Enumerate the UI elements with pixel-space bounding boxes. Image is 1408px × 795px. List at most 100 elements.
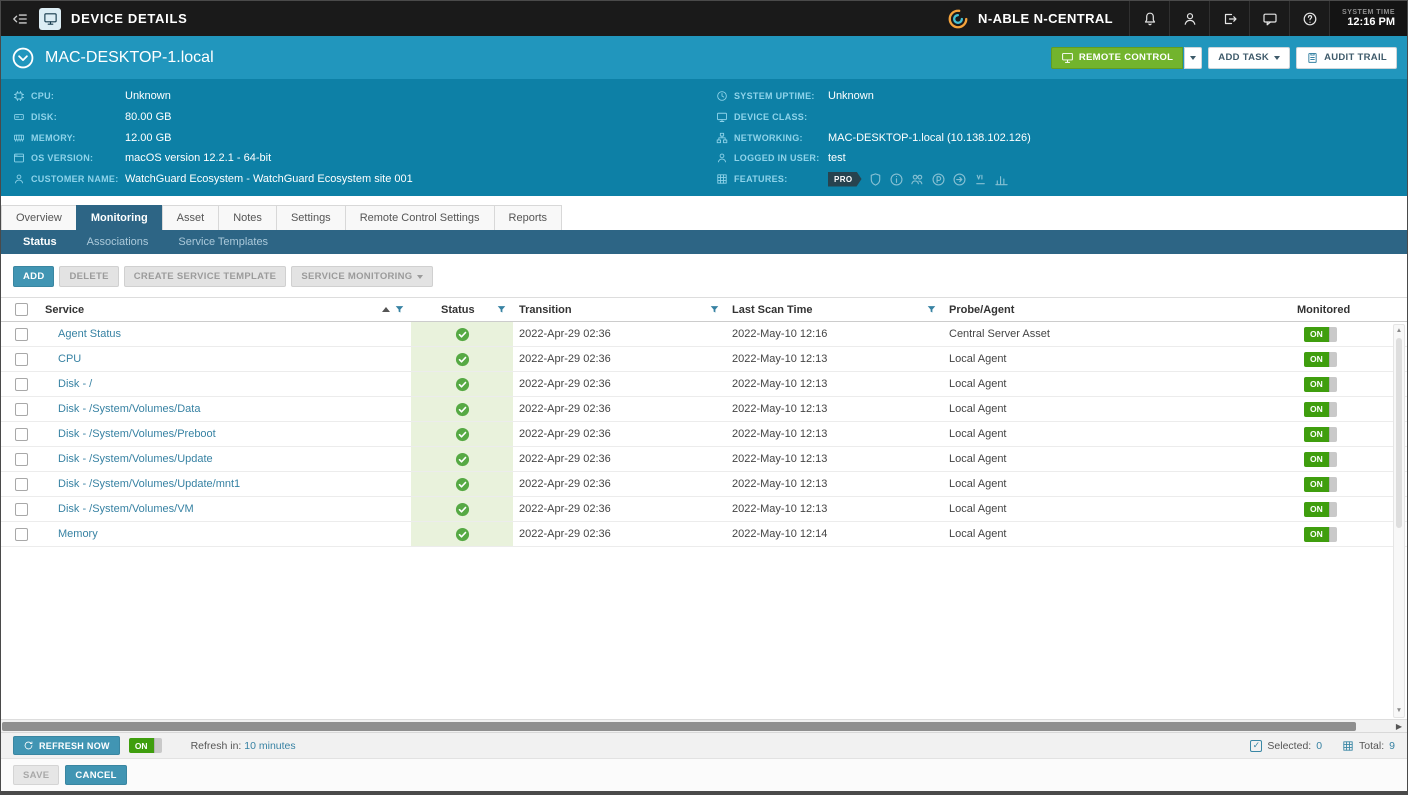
monitored-toggle[interactable]: ON <box>1304 452 1337 467</box>
monitored-toggle[interactable]: ON <box>1304 377 1337 392</box>
row-checkbox[interactable] <box>15 328 28 341</box>
column-service[interactable]: Service <box>45 304 84 316</box>
info-label: DISK: <box>31 112 119 122</box>
auto-refresh-toggle[interactable]: ON <box>129 738 162 753</box>
row-checkbox[interactable] <box>15 428 28 441</box>
column-probe-agent[interactable]: Probe/Agent <box>949 304 1014 316</box>
tab-reports[interactable]: Reports <box>494 205 563 230</box>
brand-text: N-ABLE N-CENTRAL <box>978 11 1113 26</box>
service-link[interactable]: Agent Status <box>58 328 121 340</box>
row-checkbox[interactable] <box>15 528 28 541</box>
transition-cell: 2022-Apr-29 02:36 <box>513 322 726 346</box>
monitored-toggle[interactable]: ON <box>1304 402 1337 417</box>
row-checkbox[interactable] <box>15 378 28 391</box>
tab-remote-control-settings[interactable]: Remote Control Settings <box>345 205 495 230</box>
filter-icon[interactable] <box>394 304 405 315</box>
info-row-networking: NETWORKING: MAC-DESKTOP-1.local (10.138.… <box>716 128 1395 148</box>
collapse-panel-icon[interactable] <box>11 46 35 70</box>
row-checkbox[interactable] <box>15 478 28 491</box>
app-window: DEVICE DETAILS N-ABLE N-CENTRAL SYSTEM T… <box>0 0 1408 795</box>
horizontal-scrollbar[interactable]: ▶ <box>1 719 1407 732</box>
monitored-toggle[interactable]: ON <box>1304 327 1337 342</box>
service-link[interactable]: Disk - /System/Volumes/Preboot <box>58 428 216 440</box>
service-link[interactable]: Memory <box>58 528 98 540</box>
service-link[interactable]: Disk - /System/Volumes/Update/mnt1 <box>58 478 240 490</box>
info-column-left: CPU: Unknown DISK: 80.00 GB MEMORY: 12.0… <box>1 86 704 189</box>
scroll-down-arrow[interactable]: ▼ <box>1394 708 1404 715</box>
sidebar-collapse-icon[interactable] <box>11 10 29 28</box>
row-checkbox[interactable] <box>15 503 28 516</box>
cancel-button[interactable]: CANCEL <box>65 765 126 785</box>
create-service-template-button[interactable]: CREATE SERVICE TEMPLATE <box>124 266 287 287</box>
info-label: SYSTEM UPTIME: <box>734 91 822 101</box>
select-all-checkbox[interactable] <box>15 303 28 316</box>
user-icon <box>716 152 728 164</box>
add-task-label: ADD TASK <box>1218 52 1269 63</box>
tab-settings[interactable]: Settings <box>276 205 346 230</box>
info-label: FEATURES: <box>734 174 822 184</box>
feedback-button[interactable] <box>1249 1 1289 36</box>
refresh-now-label: REFRESH NOW <box>39 741 110 751</box>
refresh-now-button[interactable]: REFRESH NOW <box>13 736 120 755</box>
monitored-toggle[interactable]: ON <box>1304 502 1337 517</box>
row-checkbox[interactable] <box>15 453 28 466</box>
service-link[interactable]: Disk - /System/Volumes/VM <box>58 503 194 515</box>
toolbar: ADD DELETE CREATE SERVICE TEMPLATE SERVI… <box>1 254 1407 297</box>
cpu-icon <box>13 90 25 102</box>
audit-trail-button[interactable]: AUDIT TRAIL <box>1296 47 1397 69</box>
row-checkbox[interactable] <box>15 403 28 416</box>
monitored-toggle[interactable]: ON <box>1304 427 1337 442</box>
os-icon <box>13 152 25 164</box>
refresh-in-text: Refresh in: 10 minutes <box>191 740 296 752</box>
info-label: CUSTOMER NAME: <box>31 174 119 184</box>
column-status[interactable]: Status <box>441 304 475 316</box>
subtab-status[interactable]: Status <box>23 236 57 248</box>
service-link[interactable]: Disk - /System/Volumes/Data <box>58 403 200 415</box>
toggle-knob <box>1329 477 1337 492</box>
remote-control-dropdown-button[interactable] <box>1184 47 1202 69</box>
last-scan-cell: 2022-May-10 12:16 <box>726 322 943 346</box>
monitored-toggle[interactable]: ON <box>1304 477 1337 492</box>
delete-button[interactable]: DELETE <box>59 266 118 287</box>
monitored-toggle[interactable]: ON <box>1304 527 1337 542</box>
scroll-right-arrow[interactable]: ▶ <box>1392 720 1406 732</box>
add-button[interactable]: ADD <box>13 266 54 287</box>
account-button[interactable] <box>1169 1 1209 36</box>
sort-asc-icon[interactable] <box>382 307 390 312</box>
filter-icon[interactable] <box>496 304 507 315</box>
probe-agent-cell: Local Agent <box>943 347 1290 371</box>
horizontal-scrollbar-thumb[interactable] <box>2 722 1356 731</box>
vertical-scrollbar-thumb[interactable] <box>1396 338 1402 528</box>
subtab-service-templates[interactable]: Service Templates <box>178 236 268 248</box>
column-last-scan-time[interactable]: Last Scan Time <box>732 304 813 316</box>
service-link[interactable]: CPU <box>58 353 81 365</box>
filter-icon[interactable] <box>709 304 720 315</box>
column-transition[interactable]: Transition <box>519 304 572 316</box>
monitored-toggle[interactable]: ON <box>1304 352 1337 367</box>
page-title: DEVICE DETAILS <box>71 11 187 26</box>
filter-icon[interactable] <box>926 304 937 315</box>
subtab-associations[interactable]: Associations <box>87 236 149 248</box>
transition-cell: 2022-Apr-29 02:36 <box>513 497 726 521</box>
tab-asset[interactable]: Asset <box>162 205 220 230</box>
refresh-in-value[interactable]: 10 minutes <box>244 740 295 752</box>
status-ok-icon <box>455 477 470 492</box>
notifications-button[interactable] <box>1129 1 1169 36</box>
remote-control-button[interactable]: REMOTE CONTROL <box>1051 47 1183 69</box>
vertical-scrollbar[interactable]: ▲ ▼ <box>1393 324 1405 718</box>
service-link[interactable]: Disk - / <box>58 378 92 390</box>
service-link[interactable]: Disk - /System/Volumes/Update <box>58 453 213 465</box>
add-task-button[interactable]: ADD TASK <box>1208 47 1290 69</box>
info-label: DEVICE CLASS: <box>734 112 822 122</box>
tab-monitoring[interactable]: Monitoring <box>76 205 163 230</box>
save-button[interactable]: SAVE <box>13 765 59 785</box>
service-monitoring-button[interactable]: SERVICE MONITORING <box>291 266 433 287</box>
tab-overview[interactable]: Overview <box>1 205 77 230</box>
action-bar: SAVE CANCEL <box>1 758 1407 791</box>
row-checkbox[interactable] <box>15 353 28 366</box>
scroll-up-arrow[interactable]: ▲ <box>1394 328 1404 335</box>
info-label: MEMORY: <box>31 133 119 143</box>
help-button[interactable] <box>1289 1 1329 36</box>
logout-button[interactable] <box>1209 1 1249 36</box>
tab-notes[interactable]: Notes <box>218 205 277 230</box>
